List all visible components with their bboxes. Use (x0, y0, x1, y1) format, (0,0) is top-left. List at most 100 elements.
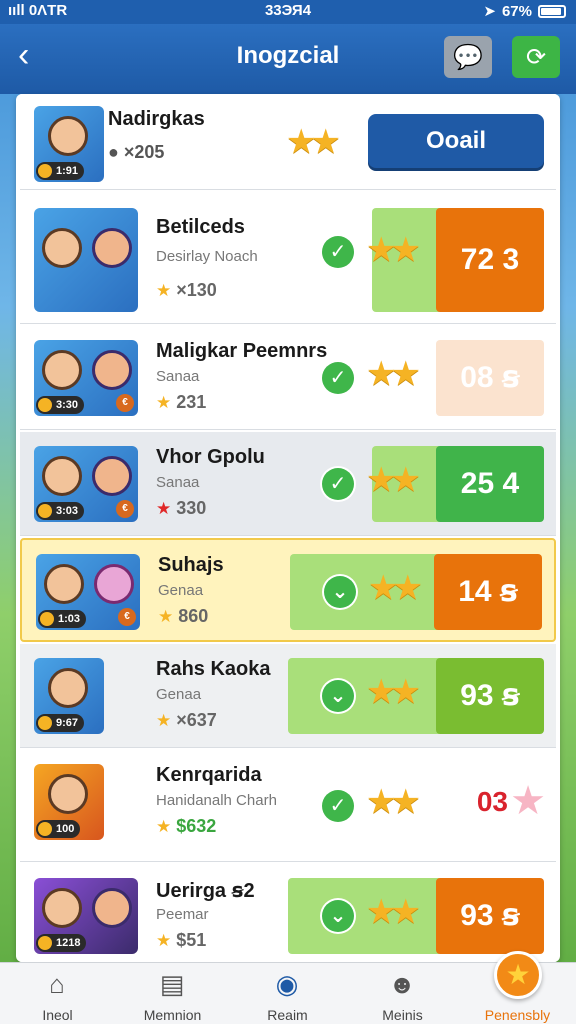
checkmark-icon: ✓ (322, 236, 354, 268)
star-rating-icon: ★★ (286, 123, 341, 161)
leaderboard-panel: 1:91 Nadirgkas ● ×205 ★★ Ooail Betilceds… (16, 94, 560, 962)
star-icon: ★ (494, 951, 542, 999)
rank-badge: € (118, 608, 136, 626)
level-badge: 3:30 (36, 396, 85, 414)
character-face (48, 774, 88, 814)
character-face (92, 228, 132, 268)
player-score: ★ 231 (156, 392, 207, 412)
star-icon: ★ (156, 499, 172, 518)
refresh-icon: ⟳ (525, 43, 547, 71)
status-bar: ııll⁠ 0ΛTR 33ЭЯ4 ➤ 67% (0, 0, 576, 24)
rank-badge: € (116, 500, 134, 518)
star-icon: ★ (510, 779, 546, 823)
score-box: 72 3 (436, 208, 544, 312)
nav-label: Ineol (42, 1007, 73, 1023)
chevron-down-icon: ⌄ (322, 680, 354, 712)
star-rating-icon: ★★ (366, 461, 421, 499)
chat-button[interactable]: 💬 (444, 36, 492, 78)
nav-label: Meinis (382, 1007, 423, 1023)
nav-label: Penensbly (484, 1007, 551, 1023)
level-badge: 100 (36, 820, 81, 838)
checkmark-icon: ✓ (322, 790, 354, 822)
star-rating-icon: ★★ (366, 893, 421, 931)
player-subtitle: Peemar (156, 906, 209, 923)
list-item[interactable]: 1:03 € Suhajs Genaa ★ 860 ⌄ ★★ 14 ꞩ (20, 538, 556, 642)
action-button[interactable]: Ooail (368, 114, 544, 168)
player-subtitle: Desirlay Noach (156, 248, 258, 265)
highlight-zone (288, 658, 442, 734)
score-box: 08 ꞩ (436, 340, 544, 416)
star-icon: ★ (156, 817, 172, 836)
nav-item-globe[interactable]: ◉ Reaim (230, 963, 345, 1024)
list-item[interactable]: Betilceds Desirlay Noach ★ ×130 ✓ ★★ 72 … (20, 194, 556, 324)
list-item[interactable]: 3:03 € Vhor Gpolu Sanaa ★ 330 ✓ ★★ 25 4 (20, 432, 556, 536)
shop-icon: ▤ (159, 969, 185, 999)
character-face (42, 456, 82, 496)
player-subtitle: Genaa (158, 582, 204, 599)
star-rating-icon: ★★ (366, 355, 421, 393)
player-subtitle: Sanaa (156, 368, 200, 385)
list-item[interactable]: 1:91 Nadirgkas ● ×205 ★★ Ooail (20, 94, 556, 190)
player-name: Rahs Kaoka (156, 658, 271, 680)
star-icon: ★ (156, 711, 172, 730)
highlight-zone (288, 878, 442, 954)
character-face (44, 564, 84, 604)
nav-label: Reaim (267, 1007, 308, 1023)
globe-icon: ◉ (275, 969, 299, 999)
nav-item-friends[interactable]: ☻ Meinis (345, 963, 460, 1024)
star-icon: ★ (158, 607, 174, 626)
battery-percent: 67% (501, 2, 532, 20)
home-icon: ⌂ (49, 969, 65, 999)
character-face (94, 564, 134, 604)
nav-item-home[interactable]: ⌂ Ineol (0, 963, 115, 1024)
star-rating-icon: ★★ (368, 569, 423, 607)
nav-item-shop[interactable]: ▤ Memnion (115, 963, 230, 1024)
list-item[interactable]: 1218 Uerirga ꞩ⁠2 Peemar ★ $51 ⌄ ★★ 93 ꞩ (20, 864, 556, 962)
level-badge: 1218 (36, 934, 87, 952)
avatar: 9:67 (34, 658, 104, 734)
character-face (42, 888, 82, 928)
checkmark-icon: ✓ (322, 468, 354, 500)
friends-icon: ☻ (388, 969, 416, 999)
player-name: Suhajs (158, 554, 224, 576)
player-subtitle: Sanaa (156, 474, 200, 491)
list-item[interactable]: 100 Kenrqarida Hanidanalh Charh ★ $632 ✓… (20, 750, 556, 862)
refresh-button[interactable]: ⟳ (512, 36, 560, 78)
coin-icon: ● (108, 142, 119, 162)
player-score: ★ 860 (158, 606, 209, 626)
level-badge: 1:91 (36, 162, 85, 180)
star-icon: ★ (156, 393, 172, 412)
star-rating-icon: ★★ (366, 673, 421, 711)
list-item[interactable]: 3:30 € Maligkar Peemnrs Sanaa ★ 231 ✓ ★★… (20, 326, 556, 430)
star-icon: ★ (156, 931, 172, 950)
score-box: 93 ꞩ (436, 658, 544, 734)
avatar (34, 208, 138, 312)
avatar: 100 (34, 764, 104, 840)
player-score: ★ 330 (156, 498, 207, 518)
player-subtitle: Hanidanalh Charh (156, 792, 277, 809)
chevron-down-icon: ⌄ (322, 900, 354, 932)
highlight-zone (290, 554, 444, 630)
score-box: 25 4 (436, 446, 544, 522)
location-icon: ➤ (483, 3, 496, 20)
player-score: ★ ×130 (156, 280, 217, 300)
checkmark-icon: ✓ (322, 362, 354, 394)
star-rating-icon: ★★ (366, 783, 421, 821)
player-subtitle: Genaa (156, 686, 202, 703)
status-right: ➤ 67% (483, 2, 566, 20)
level-badge: 3:03 (36, 502, 85, 520)
level-badge: 9:67 (36, 714, 85, 732)
character-face (92, 888, 132, 928)
character-face (48, 116, 88, 156)
player-name: Maligkar Peemnrs (156, 340, 328, 362)
avatar: 3:03 € (34, 446, 138, 522)
score-box: 93 ꞩ (436, 878, 544, 954)
player-name: Nadirgkas (108, 108, 205, 130)
bottom-nav: ⌂ Ineol ▤ Memnion ◉ Reaim ☻ Meinis ★ Pen… (0, 951, 576, 1024)
star-rating-icon: ★★ (366, 231, 421, 269)
character-face (42, 350, 82, 390)
nav-item-favorites[interactable]: ★ Penensbly (460, 951, 575, 1024)
player-name: Uerirga ꞩ⁠2 (156, 880, 255, 902)
chat-bubble-icon: 💬 (453, 43, 483, 71)
list-item[interactable]: 9:67 Rahs Kaoka Genaa ★ ×637 ⌄ ★★ 93 ꞩ (20, 644, 556, 748)
